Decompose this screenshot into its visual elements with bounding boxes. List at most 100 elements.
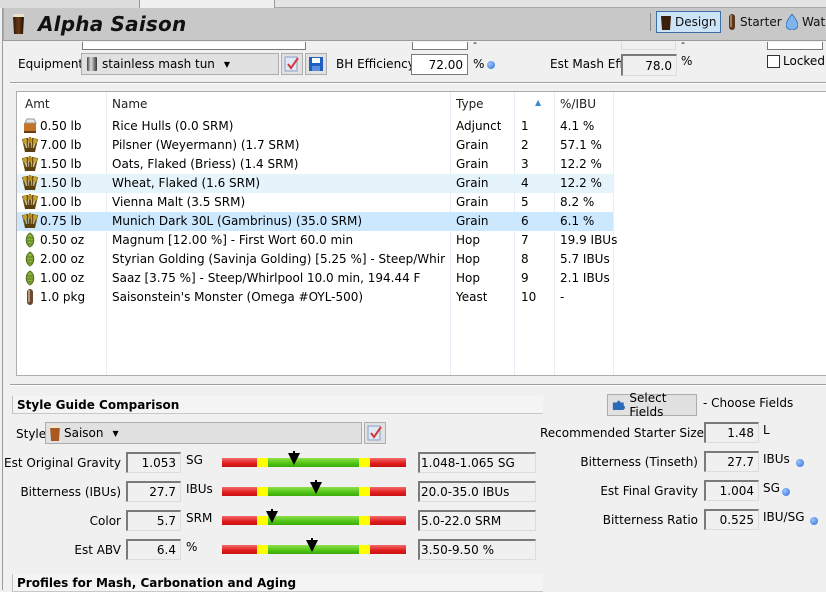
starter-mode-button[interactable]: Starter: [724, 11, 786, 33]
metric-value: 5.7: [126, 510, 181, 531]
divider: [10, 82, 826, 84]
column-header-type[interactable]: Type: [456, 97, 484, 111]
partial-field[interactable]: [82, 42, 306, 50]
ingredient-row[interactable]: 7.00 lb Pilsner (Weyermann) (1.7 SRM) Grai…: [17, 136, 613, 155]
est-mash-eff-unit: %: [681, 54, 693, 68]
ingredient-row[interactable]: 2.00 oz Styrian Golding (Savinja Golding)…: [17, 250, 613, 269]
ingredient-row[interactable]: 1.50 lb Wheat, Flaked (1.6 SRM) Grain 4 12.2…: [17, 174, 613, 193]
ingredient-row[interactable]: 1.0 pkg Saisonstein's Monster (Omega #OYL…: [17, 288, 613, 307]
ingredient-row[interactable]: 0.50 oz Magnum [12.00 %] - First Wort 60.…: [17, 231, 617, 250]
field-value: 0.525: [704, 509, 759, 530]
info-dot-icon[interactable]: [796, 459, 804, 467]
ingredient-type: Grain: [456, 214, 489, 228]
info-dot-icon[interactable]: [487, 61, 495, 69]
style-range-text: 3.50-9.50 %: [418, 539, 536, 560]
ingredient-pct-ibu: 6.1 %: [560, 214, 595, 228]
style-range-bar: [222, 480, 406, 496]
partial-field[interactable]: [767, 42, 823, 50]
ingredient-pct-ibu: 12.2 %: [560, 157, 602, 171]
sort-ascending-icon[interactable]: ▲: [535, 98, 541, 107]
ingredient-pct-ibu: 8.2 %: [560, 195, 595, 209]
metric-value: 27.7: [126, 481, 181, 502]
style-range-bar: [222, 509, 406, 525]
pint-glass-icon: [13, 14, 24, 34]
style-selected: Saison: [64, 426, 104, 440]
divider: [10, 384, 826, 386]
range-edge-high: [359, 545, 370, 554]
edit-checklist-icon: [367, 425, 382, 441]
select-fields-button[interactable]: Select Fields: [607, 391, 697, 419]
range-out-low: [222, 458, 257, 467]
ingredient-order: 10: [521, 290, 537, 304]
left-border: [0, 8, 3, 590]
water-drop-icon: [786, 14, 798, 30]
ingredient-row[interactable]: 0.75 lb Munich Dark 30L (Gambrinus) (35.0…: [17, 212, 613, 231]
design-mode-button[interactable]: Design: [656, 11, 722, 33]
ingredient-amount: 2.00 oz: [40, 252, 85, 266]
range-edge-low: [257, 545, 268, 554]
ingredient-name: Pilsner (Weyermann) (1.7 SRM): [112, 138, 300, 152]
value-marker-icon: [306, 538, 318, 552]
document-tab[interactable]: [0, 0, 140, 8]
ingredient-amount: 0.75 lb: [40, 214, 82, 228]
ingredient-pct-ibu: 4.1 %: [560, 119, 595, 133]
ingredient-row[interactable]: 1.50 lb Oats, Flaked (Briess) (1.4 SRM) Gr…: [17, 155, 613, 174]
style-dropdown[interactable]: Saison ▼: [45, 422, 362, 444]
ingredient-pct-ibu: -: [560, 290, 565, 304]
test-tube-icon: [729, 13, 735, 30]
ingredient-row[interactable]: 0.50 lb Rice Hulls (0.0 SRM) Adjunct 1 4.1 %: [17, 117, 613, 136]
bh-efficiency-input[interactable]: 72.00: [411, 54, 468, 75]
ingredients-table[interactable]: Amt Name Type ▲ %/IBU 0.50 lb Rice Hulls …: [16, 91, 826, 376]
locked-label: Locked: [783, 54, 825, 68]
ingredient-amount: 7.00 lb: [40, 138, 82, 152]
range-out-low: [222, 516, 257, 525]
range-out-high: [370, 487, 406, 496]
ingredient-type: Adjunct: [456, 119, 502, 133]
save-equipment-button[interactable]: [305, 53, 327, 75]
range-out-low: [222, 487, 257, 496]
ingredient-pct-ibu: 19.9 IBUs: [560, 233, 618, 247]
info-dot-icon[interactable]: [782, 488, 790, 496]
hop-icon: [22, 232, 38, 248]
style-range-bar: [222, 451, 406, 467]
style-range-bar: [222, 538, 406, 554]
equipment-dropdown[interactable]: stainless mash tun ▼: [81, 53, 279, 75]
ingredient-row[interactable]: 1.00 lb Vienna Malt (3.5 SRM) Grain 5 8.2 %: [17, 193, 613, 212]
range-edge-high: [359, 458, 370, 467]
ingredient-amount: 1.50 lb: [40, 157, 82, 171]
water-mode-button[interactable]: Wat: [782, 11, 826, 33]
grain-icon: [22, 156, 38, 172]
style-range-text: 20.0-35.0 IBUs: [418, 481, 536, 502]
column-header-name[interactable]: Name: [112, 97, 147, 111]
field-label: Bitterness Ratio: [602, 513, 698, 527]
ingredient-row[interactable]: 1.00 oz Saaz [3.75 %] - Steep/Whirlpool 1…: [17, 269, 613, 288]
field-label: Recommended Starter Size: [540, 426, 704, 440]
edit-equipment-button[interactable]: [281, 53, 303, 75]
range-edge-low: [257, 458, 268, 467]
value-marker-icon: [288, 451, 300, 465]
style-range-text: 1.048-1.065 SG: [418, 452, 536, 473]
locked-checkbox[interactable]: [767, 55, 780, 68]
field-unit: SG: [763, 481, 780, 495]
partial-field: [621, 42, 676, 50]
ingredient-pct-ibu: 2.1 IBUs: [560, 271, 610, 285]
edit-style-button[interactable]: [364, 422, 386, 444]
style-guide-section-title: Style Guide Comparison: [12, 396, 543, 414]
document-tab-active[interactable]: [140, 0, 275, 8]
metric-value: 6.4: [126, 539, 181, 560]
column-header-pct-ibu[interactable]: %/IBU: [560, 97, 596, 111]
ingredient-amount: 1.50 lb: [40, 176, 82, 190]
design-mode-label: Design: [675, 15, 717, 29]
toolbar-separator: [650, 13, 651, 31]
hop-icon: [22, 251, 38, 267]
field-unit: L: [763, 423, 770, 437]
column-header-amt[interactable]: Amt: [25, 97, 50, 111]
range-out-high: [370, 516, 406, 525]
range-in-style: [268, 458, 359, 467]
ingredient-name: Munich Dark 30L (Gambrinus) (35.0 SRM): [112, 214, 363, 228]
info-dot-icon[interactable]: [810, 517, 818, 525]
metric-unit: %: [186, 540, 198, 554]
partial-field[interactable]: [412, 42, 468, 50]
metric-label: Est Original Gravity: [4, 456, 121, 470]
ingredient-type: Grain: [456, 176, 489, 190]
